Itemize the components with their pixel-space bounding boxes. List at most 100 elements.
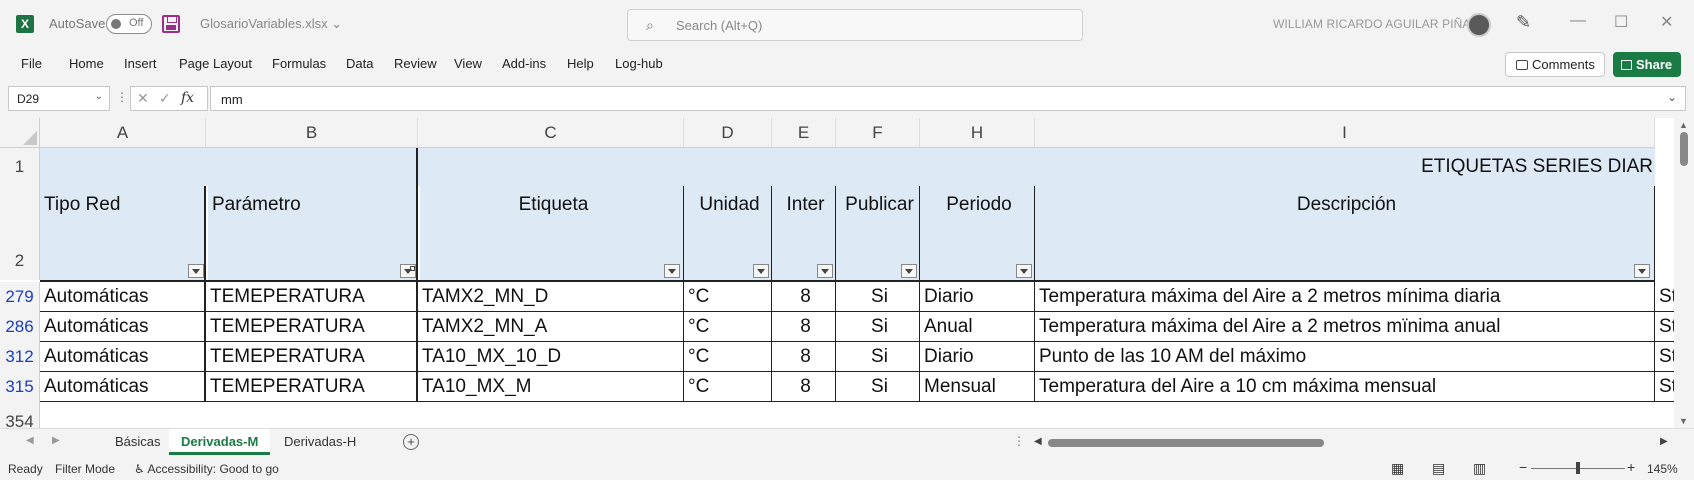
row-header[interactable]: 315 (0, 372, 40, 402)
confirm-icon[interactable]: ✓ (159, 90, 171, 107)
name-box[interactable]: D29 ⌄ (8, 86, 110, 111)
cell-etiqueta[interactable]: TA10_MX_M (418, 372, 684, 402)
more-icon[interactable]: ⋮ (116, 90, 128, 104)
filter-dropdown-icon[interactable] (664, 264, 680, 278)
cell-etiqueta[interactable]: TAMX2_MN_D (418, 282, 684, 312)
banner-cell-ab[interactable] (40, 148, 418, 186)
tab-file[interactable]: File (21, 56, 42, 71)
column-header-i[interactable]: I (1035, 118, 1655, 148)
column-header-f[interactable]: F (836, 118, 920, 148)
filter-dropdown-icon[interactable] (753, 264, 769, 278)
cell-tipo-red[interactable]: Automáticas (40, 282, 206, 312)
banner-title[interactable]: ETIQUETAS SERIES DIAR (684, 148, 1655, 186)
accessibility-status[interactable]: ♿ Accessibility: Good to go (134, 462, 279, 476)
chevron-down-icon[interactable]: ⌄ (95, 91, 103, 102)
cancel-icon[interactable]: ✕ (137, 90, 149, 107)
row-header[interactable]: 286 (0, 312, 40, 342)
cell-parametro[interactable]: TEMEPERATURA (206, 282, 418, 312)
next-sheet-icon[interactable]: ▶ (52, 435, 60, 446)
row-header[interactable]: 279 (0, 282, 40, 312)
header-tipo-red[interactable]: Tipo Red (40, 186, 206, 280)
more-icon[interactable]: ⋮ (1013, 434, 1025, 448)
filter-dropdown-icon[interactable] (1634, 264, 1650, 278)
zoom-in-icon[interactable]: + (1627, 459, 1635, 475)
close-icon[interactable]: ✕ (1660, 12, 1673, 32)
cell-descripcion[interactable]: Temperatura máxima del Aire a 2 metros m… (1035, 312, 1655, 342)
column-header-d[interactable]: D (684, 118, 772, 148)
cell-parametro[interactable]: TEMEPERATURA (206, 372, 418, 402)
normal-view-icon[interactable]: ▦ (1391, 460, 1404, 477)
tab-add-ins[interactable]: Add-ins (502, 56, 546, 71)
column-header-c[interactable]: C (418, 118, 684, 148)
add-sheet-icon[interactable]: + (403, 434, 419, 450)
row-header-1[interactable]: 1 (0, 148, 40, 186)
cell-inter[interactable]: 8 (772, 282, 836, 312)
cell-tipo-red[interactable]: Automáticas (40, 372, 206, 402)
horizontal-scroll-thumb[interactable] (1048, 439, 1324, 447)
cell-inter[interactable]: 8 (772, 372, 836, 402)
column-header-h[interactable]: H (920, 118, 1035, 148)
cell-inter[interactable]: 8 (772, 342, 836, 372)
filter-active-icon[interactable] (400, 264, 416, 278)
cell-unidad[interactable]: °C (684, 312, 772, 342)
scroll-up-icon[interactable]: ▲ (1679, 120, 1688, 130)
cell-unidad[interactable]: °C (684, 282, 772, 312)
maximize-icon[interactable]: ☐ (1614, 12, 1628, 32)
cell-descripcion[interactable]: Temperatura máxima del Aire a 2 metros m… (1035, 282, 1655, 312)
pen-icon[interactable]: ✎ (1516, 12, 1531, 33)
file-name[interactable]: GlosarioVariables.xlsx ⌄ (200, 16, 342, 32)
filter-dropdown-icon[interactable] (901, 264, 917, 278)
sheet-tab-derivadas-m[interactable]: Derivadas-M (169, 429, 271, 455)
tab-view[interactable]: View (454, 56, 482, 71)
zoom-slider-thumb[interactable] (1576, 462, 1580, 474)
column-header-a[interactable]: A (40, 118, 206, 148)
cell-publicar[interactable]: Si (836, 312, 920, 342)
cell-etiqueta[interactable]: TAMX2_MN_A (418, 312, 684, 342)
scroll-right-icon[interactable]: ▶ (1660, 436, 1668, 447)
share-button[interactable]: Share (1613, 52, 1681, 77)
tab-data[interactable]: Data (346, 56, 373, 71)
minimize-icon[interactable]: — (1570, 12, 1586, 30)
cell-periodo[interactable]: Diario (920, 342, 1035, 372)
header-parametro[interactable]: Parámetro (208, 186, 418, 280)
cell-publicar[interactable]: Si (836, 342, 920, 372)
scroll-thumb[interactable] (1680, 132, 1688, 166)
tab-help[interactable]: Help (567, 56, 594, 71)
sheet-tab-derivadas-h[interactable]: Derivadas-H (272, 429, 368, 455)
tab-page-layout[interactable]: Page Layout (179, 56, 252, 71)
filter-dropdown-icon[interactable] (817, 264, 833, 278)
tab-insert[interactable]: Insert (124, 56, 157, 71)
search-box[interactable]: ⌕ Search (Alt+Q) (627, 9, 1083, 41)
cell-tipo-red[interactable]: Automáticas (40, 342, 206, 372)
row-header[interactable]: 312 (0, 342, 40, 372)
row-header-partial[interactable]: 354 (0, 402, 40, 428)
formula-input[interactable]: mm ⌄ (210, 86, 1686, 111)
fx-icon[interactable]: fx (181, 90, 194, 106)
cell-periodo[interactable]: Anual (920, 312, 1035, 342)
row-header-2[interactable]: 2 (0, 186, 40, 280)
avatar[interactable] (1467, 13, 1491, 37)
vertical-scrollbar[interactable]: ▲ ▼ (1674, 118, 1694, 428)
page-break-view-icon[interactable]: ▥ (1473, 460, 1486, 477)
tab-formulas[interactable]: Formulas (272, 56, 326, 71)
scroll-left-icon[interactable]: ◀ (1034, 436, 1042, 447)
banner-cell-c[interactable] (418, 148, 684, 186)
comments-button[interactable]: Comments (1505, 52, 1605, 77)
cell-periodo[interactable]: Diario (920, 282, 1035, 312)
cell-etiqueta[interactable]: TA10_MX_10_D (418, 342, 684, 372)
expand-formula-icon[interactable]: ⌄ (1667, 90, 1677, 104)
tab-review[interactable]: Review (394, 56, 437, 71)
cell-descripcion[interactable]: Punto de las 10 AM del máximo (1035, 342, 1655, 372)
cell-publicar[interactable]: Si (836, 372, 920, 402)
filter-dropdown-icon[interactable] (1016, 264, 1032, 278)
zoom-level[interactable]: 145% (1647, 462, 1678, 476)
cell-unidad[interactable]: °C (684, 342, 772, 372)
header-descripcion[interactable]: Descripción (1035, 186, 1655, 280)
cell-tipo-red[interactable]: Automáticas (40, 312, 206, 342)
tab-log-hub[interactable]: Log-hub (615, 56, 663, 71)
header-etiqueta[interactable]: Etiqueta (420, 186, 684, 280)
prev-sheet-icon[interactable]: ◀ (26, 435, 34, 446)
cell-publicar[interactable]: Si (836, 282, 920, 312)
cell-unidad[interactable]: °C (684, 372, 772, 402)
zoom-out-icon[interactable]: − (1519, 459, 1527, 475)
